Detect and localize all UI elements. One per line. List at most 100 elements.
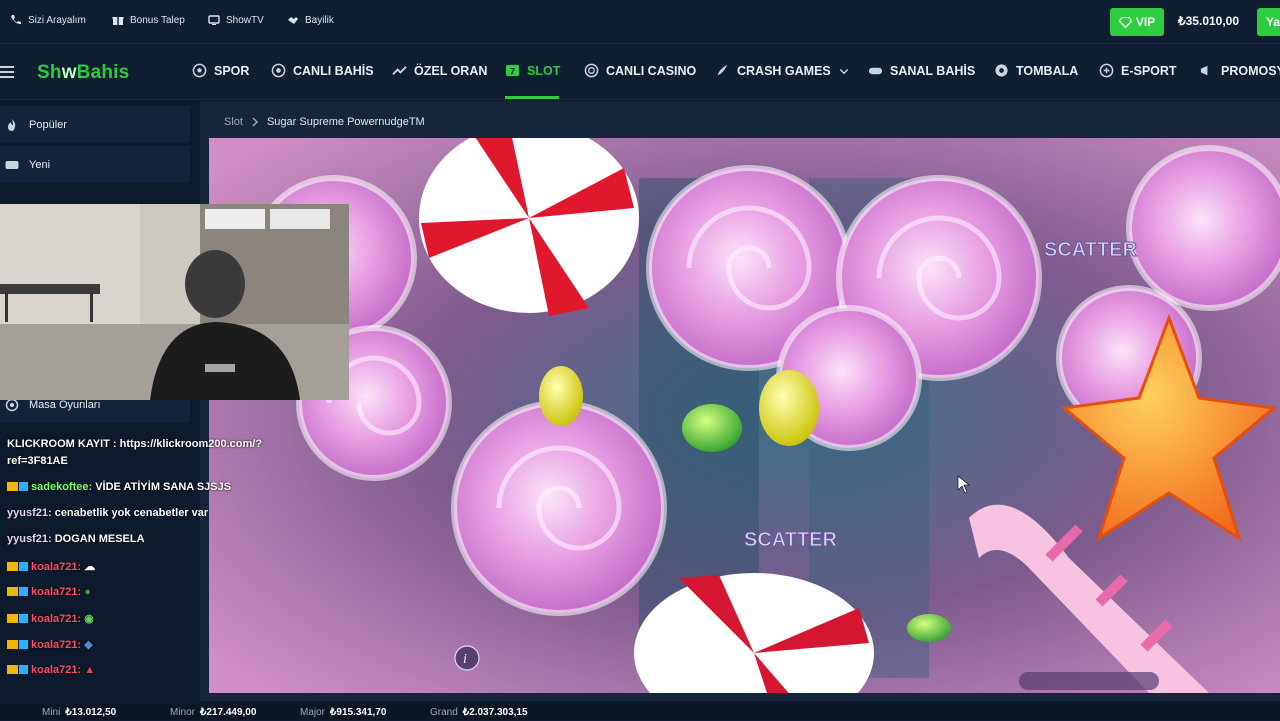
- chevron-down-icon: [839, 68, 849, 74]
- bingo-icon: [995, 64, 1008, 77]
- slot-icon: 7: [505, 64, 520, 76]
- breadcrumb: Slot Sugar Supreme PowernudgeTM: [224, 116, 425, 128]
- jackpot-mini: Mini ₺13.012,50: [42, 707, 116, 718]
- live-icon: [271, 63, 286, 78]
- trend-icon: [392, 66, 407, 75]
- nav-item-crash-games[interactable]: CRASH GAMES: [715, 63, 850, 78]
- jackpot-minor: Minor ₺217.449,00: [170, 707, 256, 718]
- jackpot-label: Minor: [170, 707, 196, 718]
- chat-username: koala721:: [31, 586, 82, 598]
- chat-username: koala721:: [31, 613, 82, 625]
- menu-icon[interactable]: [0, 66, 14, 78]
- handshake-icon: [288, 17, 298, 24]
- nav-label: ÖZEL ORAN: [414, 63, 488, 78]
- chevron-right-icon: [252, 117, 259, 127]
- chat-message: koala721: ◉: [7, 612, 94, 625]
- nav-item-special-odds[interactable]: ÖZEL ORAN: [392, 63, 487, 78]
- chat-username: koala721:: [31, 639, 82, 651]
- svg-text:i: i: [463, 652, 467, 667]
- nav-item-spor[interactable]: SPOR: [192, 63, 249, 78]
- crown-badge-icon: [7, 587, 18, 596]
- breadcrumb-current: Sugar Supreme PowernudgeTM: [266, 116, 425, 128]
- showtv-link[interactable]: ShowTV: [208, 14, 264, 26]
- sidebar-item-popular[interactable]: Popüler: [0, 106, 190, 144]
- chat-text: cenabetlik yok cenabetler var: [51, 507, 209, 519]
- sidebar-item-label: Masa Oyunları: [29, 398, 101, 411]
- logo-text-2: w: [61, 62, 77, 83]
- nav-item-slot[interactable]: 7 SLOT: [505, 63, 560, 78]
- scatter-label: SCATTER: [1044, 239, 1138, 261]
- sub-badge-icon: [19, 562, 28, 571]
- sidebar-item-label: Popüler: [29, 118, 67, 131]
- breadcrumb-slot-link[interactable]: Slot: [224, 116, 243, 128]
- bonus-request-link[interactable]: Bonus Talep: [112, 14, 185, 26]
- sub-badge-icon: [19, 482, 28, 491]
- jackpot-label: Major: [300, 707, 326, 718]
- nav-label: SANAL BAHİS: [890, 63, 976, 78]
- chat-username: yyusf21:: [7, 507, 52, 519]
- gamepad-icon: [868, 67, 883, 75]
- call-me-label: Sizi Arayalım: [28, 14, 86, 26]
- nav-item-live-casino[interactable]: CANLI CASINO: [584, 63, 696, 78]
- chat-message: koala721: ▲: [7, 664, 95, 676]
- slot-game-frame[interactable]: SCATTER SCATTER i: [209, 138, 1280, 693]
- nav-item-promotions[interactable]: PROMOSYO: [1199, 63, 1280, 78]
- chat-username: koala721:: [31, 561, 82, 573]
- logo-text-1: Sh: [37, 62, 62, 83]
- streamer-webcam: [0, 204, 349, 400]
- chat-username: koala721:: [31, 664, 82, 676]
- scatter-label: SCATTER: [744, 529, 838, 551]
- deposit-button[interactable]: Ya: [1257, 8, 1280, 36]
- nav-item-live-betting[interactable]: CANLI BAHİS: [271, 63, 374, 78]
- jackpot-grand: Grand ₺2.037.303,15: [430, 707, 528, 718]
- nav-item-tombala[interactable]: TOMBALA: [994, 63, 1078, 78]
- jackpot-value: ₺915.341,70: [330, 707, 387, 718]
- nav-item-esport[interactable]: E-SPORT: [1099, 63, 1177, 78]
- nav-label: SLOT: [527, 63, 561, 78]
- nav-label: SPOR: [214, 63, 250, 78]
- balance-display[interactable]: ₺35.010,00: [1178, 14, 1239, 28]
- crown-badge-icon: [7, 614, 18, 623]
- active-tab-indicator: [505, 96, 559, 99]
- gift-icon: [112, 17, 124, 25]
- chat-message: ref=3F81AE: [7, 455, 68, 467]
- chip-icon: [584, 63, 599, 78]
- diamond-icon: [1118, 16, 1132, 28]
- showtv-label: ShowTV: [226, 14, 264, 26]
- crown-badge-icon: [7, 640, 18, 649]
- emote-icon: ◆: [81, 639, 93, 651]
- sub-badge-icon: [19, 587, 28, 596]
- new-icon: [5, 160, 19, 169]
- chat-message: yyusf21: DOGAN MESELA: [7, 533, 145, 545]
- logo-text-3: Bahis: [76, 62, 130, 83]
- call-me-link[interactable]: Sizi Arayalım: [10, 14, 86, 26]
- nav-item-virtual-betting[interactable]: SANAL BAHİS: [868, 63, 975, 78]
- svg-text:7: 7: [510, 66, 515, 76]
- jackpot-label: Grand: [430, 707, 458, 718]
- chat-text: ref=3F81AE: [7, 455, 68, 467]
- frog-emote-icon: ●: [81, 586, 91, 598]
- dealership-label: Bayilik: [305, 14, 334, 26]
- jackpot-value: ₺217.449,00: [200, 707, 257, 718]
- sidebar-item-new[interactable]: Yeni: [0, 146, 190, 184]
- site-logo[interactable]: ShwBahis: [37, 62, 129, 84]
- jackpot-value: ₺2.037.303,15: [462, 707, 528, 718]
- tv-icon: [208, 15, 220, 25]
- crown-badge-icon: [7, 482, 18, 491]
- nav-label: PROMOSYO: [1221, 63, 1280, 78]
- top-bar: Sizi Arayalım Bonus Talep ShowTV Bayilik…: [0, 0, 1280, 44]
- chat-username: sadekoftee:: [31, 481, 93, 493]
- nav-label: E-SPORT: [1121, 63, 1177, 78]
- sub-badge-icon: [19, 665, 28, 674]
- ghost-emote-icon: ☁: [81, 561, 96, 573]
- soccer-ball-icon: [192, 63, 207, 78]
- chat-message: yyusf21: cenabetlik yok cenabetler var: [7, 507, 208, 519]
- chat-message: sadekoftee: VİDE ATİYİM SANA SJSJS: [7, 481, 231, 493]
- dealership-link[interactable]: Bayilik: [287, 14, 334, 26]
- jackpot-major: Major ₺915.341,70: [300, 707, 386, 718]
- stream-chat: KLICKROOM KAYIT : https://klickroom200.c…: [0, 430, 338, 685]
- chat-message: koala721: ☁: [7, 560, 95, 573]
- sub-badge-icon: [19, 640, 28, 649]
- emote-icon: ▲: [81, 664, 96, 676]
- vip-button[interactable]: VIP: [1110, 8, 1164, 36]
